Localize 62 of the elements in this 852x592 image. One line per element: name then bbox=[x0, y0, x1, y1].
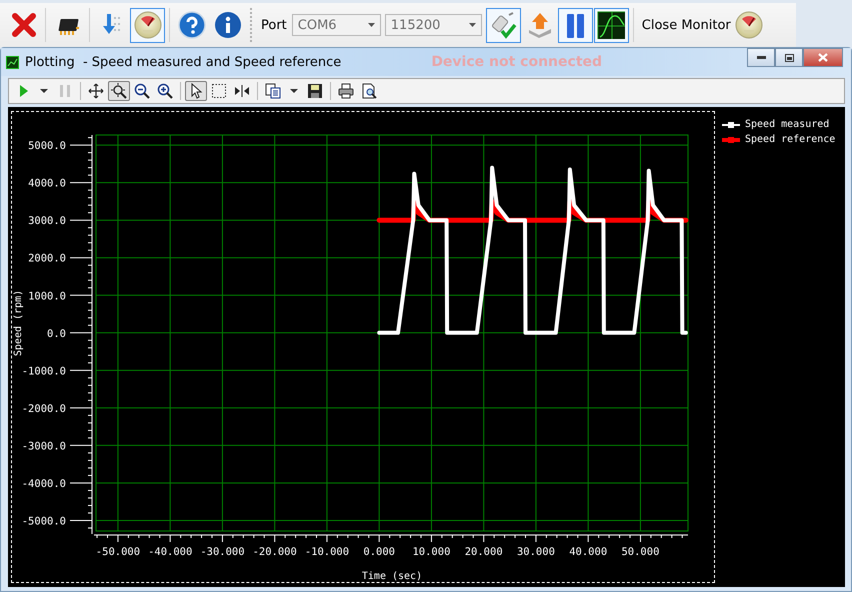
tick-label: 0.000 bbox=[363, 546, 395, 558]
tick-label: 30.000 bbox=[516, 546, 555, 558]
tick-label: 0.0 bbox=[47, 328, 66, 340]
close-icon bbox=[10, 11, 38, 39]
tick-label: 20.000 bbox=[464, 546, 503, 558]
selection-rectangle-icon bbox=[211, 83, 227, 99]
info-icon bbox=[214, 11, 242, 39]
y-axis-title: Speed (rpm) bbox=[13, 290, 24, 356]
tick-label: -30.000 bbox=[200, 546, 245, 558]
tick-label: 3000.0 bbox=[28, 215, 66, 228]
tick-label: 2000.0 bbox=[28, 252, 66, 265]
pause-button[interactable] bbox=[558, 8, 593, 42]
tick-label: 40.000 bbox=[569, 546, 608, 558]
gauge-icon bbox=[734, 11, 763, 39]
legend-label: Speed reference bbox=[745, 134, 836, 145]
move-icon bbox=[88, 83, 104, 99]
zoom-in-icon bbox=[157, 83, 173, 99]
tick-label: -20.000 bbox=[252, 546, 297, 558]
tick-label: -50.000 bbox=[96, 546, 140, 558]
tick-label: 50.000 bbox=[621, 546, 660, 558]
oscilloscope-icon bbox=[597, 11, 626, 39]
zoom-fit-icon bbox=[111, 83, 127, 99]
caret-icon bbox=[468, 23, 476, 27]
tick-label: 10.000 bbox=[412, 546, 450, 558]
chart-icon bbox=[6, 56, 19, 68]
pause-icon bbox=[57, 83, 73, 99]
gauge-button[interactable] bbox=[130, 8, 165, 42]
caret-icon bbox=[368, 23, 375, 27]
minimize-icon bbox=[756, 56, 766, 59]
tick-label: 5000.0 bbox=[28, 140, 66, 152]
help-icon bbox=[178, 11, 206, 39]
pointer-button[interactable] bbox=[185, 81, 207, 101]
minimize-button[interactable] bbox=[747, 48, 775, 67]
tick-label: -2000.0 bbox=[22, 402, 66, 415]
close-monitor-button[interactable]: Close Monitor bbox=[638, 11, 767, 39]
tick-label: -5000.0 bbox=[22, 516, 66, 528]
restore-icon bbox=[784, 54, 794, 62]
gauge-icon bbox=[134, 11, 162, 39]
restore-button[interactable] bbox=[775, 48, 803, 67]
tick-label: -40.000 bbox=[148, 546, 192, 558]
print-preview-icon bbox=[361, 83, 377, 99]
plug-check-button[interactable] bbox=[486, 8, 521, 42]
legend-label: Speed measured bbox=[745, 119, 830, 130]
close-button[interactable] bbox=[803, 48, 843, 67]
plug-check-icon bbox=[489, 11, 518, 39]
copy-icon bbox=[265, 83, 281, 99]
x-axis-title: Time (sec) bbox=[362, 571, 422, 582]
tick-label: -1000.0 bbox=[22, 365, 66, 378]
tick-label: -4000.0 bbox=[22, 478, 66, 490]
close-icon bbox=[818, 53, 828, 62]
tick-label: -10.000 bbox=[304, 546, 350, 558]
tick-label: 1000.0 bbox=[28, 290, 66, 302]
zoom-out-icon bbox=[134, 83, 150, 99]
tick-label: 4000.0 bbox=[28, 178, 66, 190]
window-title: Plotting - Speed measured and Speed reference bbox=[25, 54, 342, 70]
oscilloscope-button[interactable] bbox=[594, 8, 629, 42]
port-label: Port bbox=[261, 18, 287, 32]
tick-label: -3000.0 bbox=[22, 440, 66, 452]
zoom-fit-button[interactable] bbox=[108, 81, 130, 101]
connection-status: Device not connected bbox=[431, 54, 602, 70]
split-arrows-icon bbox=[234, 83, 250, 99]
printer-icon bbox=[338, 83, 354, 99]
